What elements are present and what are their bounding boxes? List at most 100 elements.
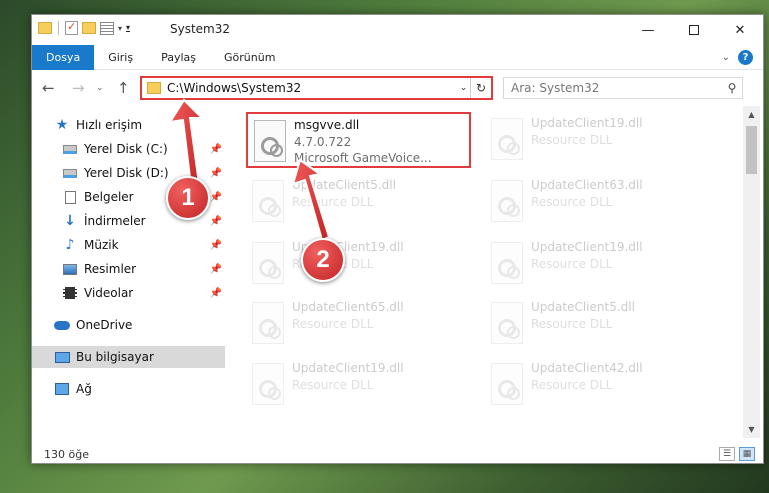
file-tile[interactable]: UpdateClient63.dll Resource DLL — [485, 174, 710, 230]
sidebar-item-quick-access[interactable]: ★ Hızlı erişim — [32, 114, 225, 136]
tab-view[interactable]: Görünüm — [210, 45, 289, 70]
sidebar-item-label: İndirmeler — [84, 214, 146, 228]
step-badge-2: 2 — [301, 238, 345, 282]
minimize-button[interactable]: — — [625, 15, 671, 45]
scroll-down-icon[interactable]: ▼ — [743, 421, 760, 438]
search-icon[interactable]: ⚲ — [722, 81, 742, 95]
forward-arrow-icon[interactable]: → — [72, 79, 85, 97]
back-arrow-icon[interactable]: ← — [42, 79, 55, 97]
window-title: System32 — [170, 22, 231, 36]
dll-gear-icon — [491, 118, 523, 160]
tiles-view-icon[interactable]: ▦ — [739, 447, 755, 461]
file-description: Resource DLL — [531, 378, 613, 392]
item-count: 130 öğe — [44, 447, 89, 461]
quick-access-toolbar: ▾ ▾ — [38, 20, 131, 35]
ribbon-tabs: Dosya Giriş Paylaş Görünüm ⌄ ? — [32, 44, 763, 70]
file-name: UpdateClient65.dll — [292, 300, 404, 314]
pin-icon[interactable]: 📌 — [210, 216, 222, 227]
ribbon-right-controls: ⌄ ? — [722, 50, 753, 65]
file-tile[interactable]: UpdateClient65.dll Resource DLL — [246, 296, 471, 352]
title-bar: ▾ ▾ System32 — ✕ — [32, 15, 763, 45]
help-icon[interactable]: ? — [738, 50, 753, 65]
tab-home[interactable]: Giriş — [94, 45, 147, 70]
view-buttons: ☰ ▦ — [719, 447, 755, 461]
sidebar-item-label: Hızlı erişim — [76, 118, 143, 132]
pin-icon[interactable]: 📌 — [210, 192, 222, 203]
sidebar-item-pictures[interactable]: Resimler 📌 — [32, 258, 225, 280]
maximize-icon — [689, 25, 699, 35]
pin-icon[interactable]: 📌 — [210, 240, 222, 251]
up-arrow-icon[interactable]: ↑ — [117, 79, 130, 97]
dll-gear-icon — [252, 180, 284, 222]
refresh-icon[interactable]: ↻ — [471, 81, 491, 95]
file-tile[interactable]: UpdateClient19.dll Resource DLL — [485, 112, 710, 168]
download-icon: ↓ — [64, 213, 76, 229]
pictures-icon — [62, 262, 78, 276]
sidebar-item-network[interactable]: Ağ — [32, 378, 225, 400]
dll-gear-icon — [254, 120, 286, 162]
address-row: ← → ⌄ ↑ C:\Windows\System32 ⌄ ↻ Ara: Sys… — [32, 70, 763, 106]
file-tile[interactable]: UpdateClient5.dll Resource DLL — [246, 174, 471, 230]
file-name: UpdateClient19.dll — [531, 240, 643, 254]
address-path[interactable]: C:\Windows\System32 — [167, 81, 457, 95]
file-name: UpdateClient5.dll — [531, 300, 635, 314]
sidebar-item-label: Yerel Disk (C:) — [84, 142, 168, 156]
sidebar-item-videos[interactable]: Videolar 📌 — [32, 282, 225, 304]
file-description: Resource DLL — [531, 133, 613, 147]
sidebar-item-label: OneDrive — [76, 318, 133, 332]
expand-ribbon-icon[interactable]: ⌄ — [722, 52, 730, 63]
folder-icon — [38, 22, 52, 34]
file-tile[interactable]: UpdateClient19.dll Resource DLL — [246, 236, 471, 292]
search-input[interactable]: Ara: System32 ⚲ — [503, 77, 743, 99]
pin-icon[interactable]: 📌 — [210, 168, 222, 179]
scrollbar-thumb[interactable] — [746, 126, 757, 174]
sidebar-item-this-pc[interactable]: Bu bilgisayar — [32, 346, 225, 368]
sidebar-item-label: Resimler — [84, 262, 137, 276]
tab-share[interactable]: Paylaş — [147, 45, 210, 70]
dll-gear-icon — [252, 302, 284, 344]
address-bar[interactable]: C:\Windows\System32 ⌄ ↻ — [140, 76, 493, 100]
file-tile[interactable]: UpdateClient42.dll Resource DLL — [485, 357, 710, 413]
star-icon: ★ — [55, 117, 69, 133]
file-description: Resource DLL — [531, 317, 613, 331]
vertical-scrollbar[interactable]: ▲ ▼ — [743, 106, 760, 438]
pin-icon[interactable]: 📌 — [210, 144, 222, 155]
sidebar-item-drive-c[interactable]: Yerel Disk (C:) 📌 — [32, 138, 225, 160]
details-view-icon[interactable]: ☰ — [719, 447, 735, 461]
file-name: UpdateClient63.dll — [531, 178, 643, 192]
file-tile[interactable]: UpdateClient5.dll Resource DLL — [485, 296, 710, 352]
pin-icon[interactable]: 📌 — [210, 264, 222, 275]
sidebar-item-music[interactable]: ♪ Müzik 📌 — [32, 234, 225, 256]
dll-gear-icon — [491, 302, 523, 344]
file-tile[interactable]: UpdateClient19.dll Resource DLL — [485, 236, 710, 292]
sidebar-item-onedrive[interactable]: OneDrive — [32, 314, 225, 336]
file-description: Resource DLL — [292, 317, 374, 331]
new-folder-icon[interactable] — [82, 22, 96, 34]
sidebar-item-label: Bu bilgisayar — [76, 350, 154, 364]
properties-icon[interactable] — [100, 21, 114, 35]
recent-locations-icon[interactable]: ⌄ — [96, 83, 104, 93]
status-bar: 130 öğe ☰ ▦ — [32, 443, 763, 463]
maximize-button[interactable] — [671, 15, 717, 45]
chevron-down-icon[interactable]: ▾ — [118, 24, 122, 33]
drive-icon — [62, 166, 78, 180]
search-placeholder: Ara: System32 — [511, 81, 600, 95]
file-description: Microsoft GameVoice... — [294, 151, 432, 165]
file-name: UpdateClient42.dll — [531, 361, 643, 375]
cloud-icon — [54, 318, 70, 332]
sidebar-item-label: Belgeler — [84, 190, 134, 204]
file-tile[interactable]: msgvve.dll 4.7.0.722 Microsoft GameVoice… — [246, 112, 471, 168]
step-badge-1: 1 — [166, 176, 210, 220]
pin-icon[interactable]: 📌 — [210, 288, 222, 299]
scroll-up-icon[interactable]: ▲ — [743, 106, 760, 123]
music-icon: ♪ — [65, 237, 75, 253]
dll-gear-icon — [252, 242, 284, 284]
tab-file[interactable]: Dosya — [32, 44, 95, 70]
chevron-down-icon[interactable]: ⌄ — [457, 78, 471, 98]
close-button[interactable]: ✕ — [717, 15, 763, 45]
file-tile[interactable]: UpdateClient19.dll Resource DLL — [246, 357, 471, 413]
customize-toolbar-icon[interactable]: ▾ — [126, 24, 131, 32]
network-icon — [54, 382, 70, 396]
properties-check-icon[interactable] — [65, 20, 78, 35]
file-description: Resource DLL — [292, 195, 374, 209]
